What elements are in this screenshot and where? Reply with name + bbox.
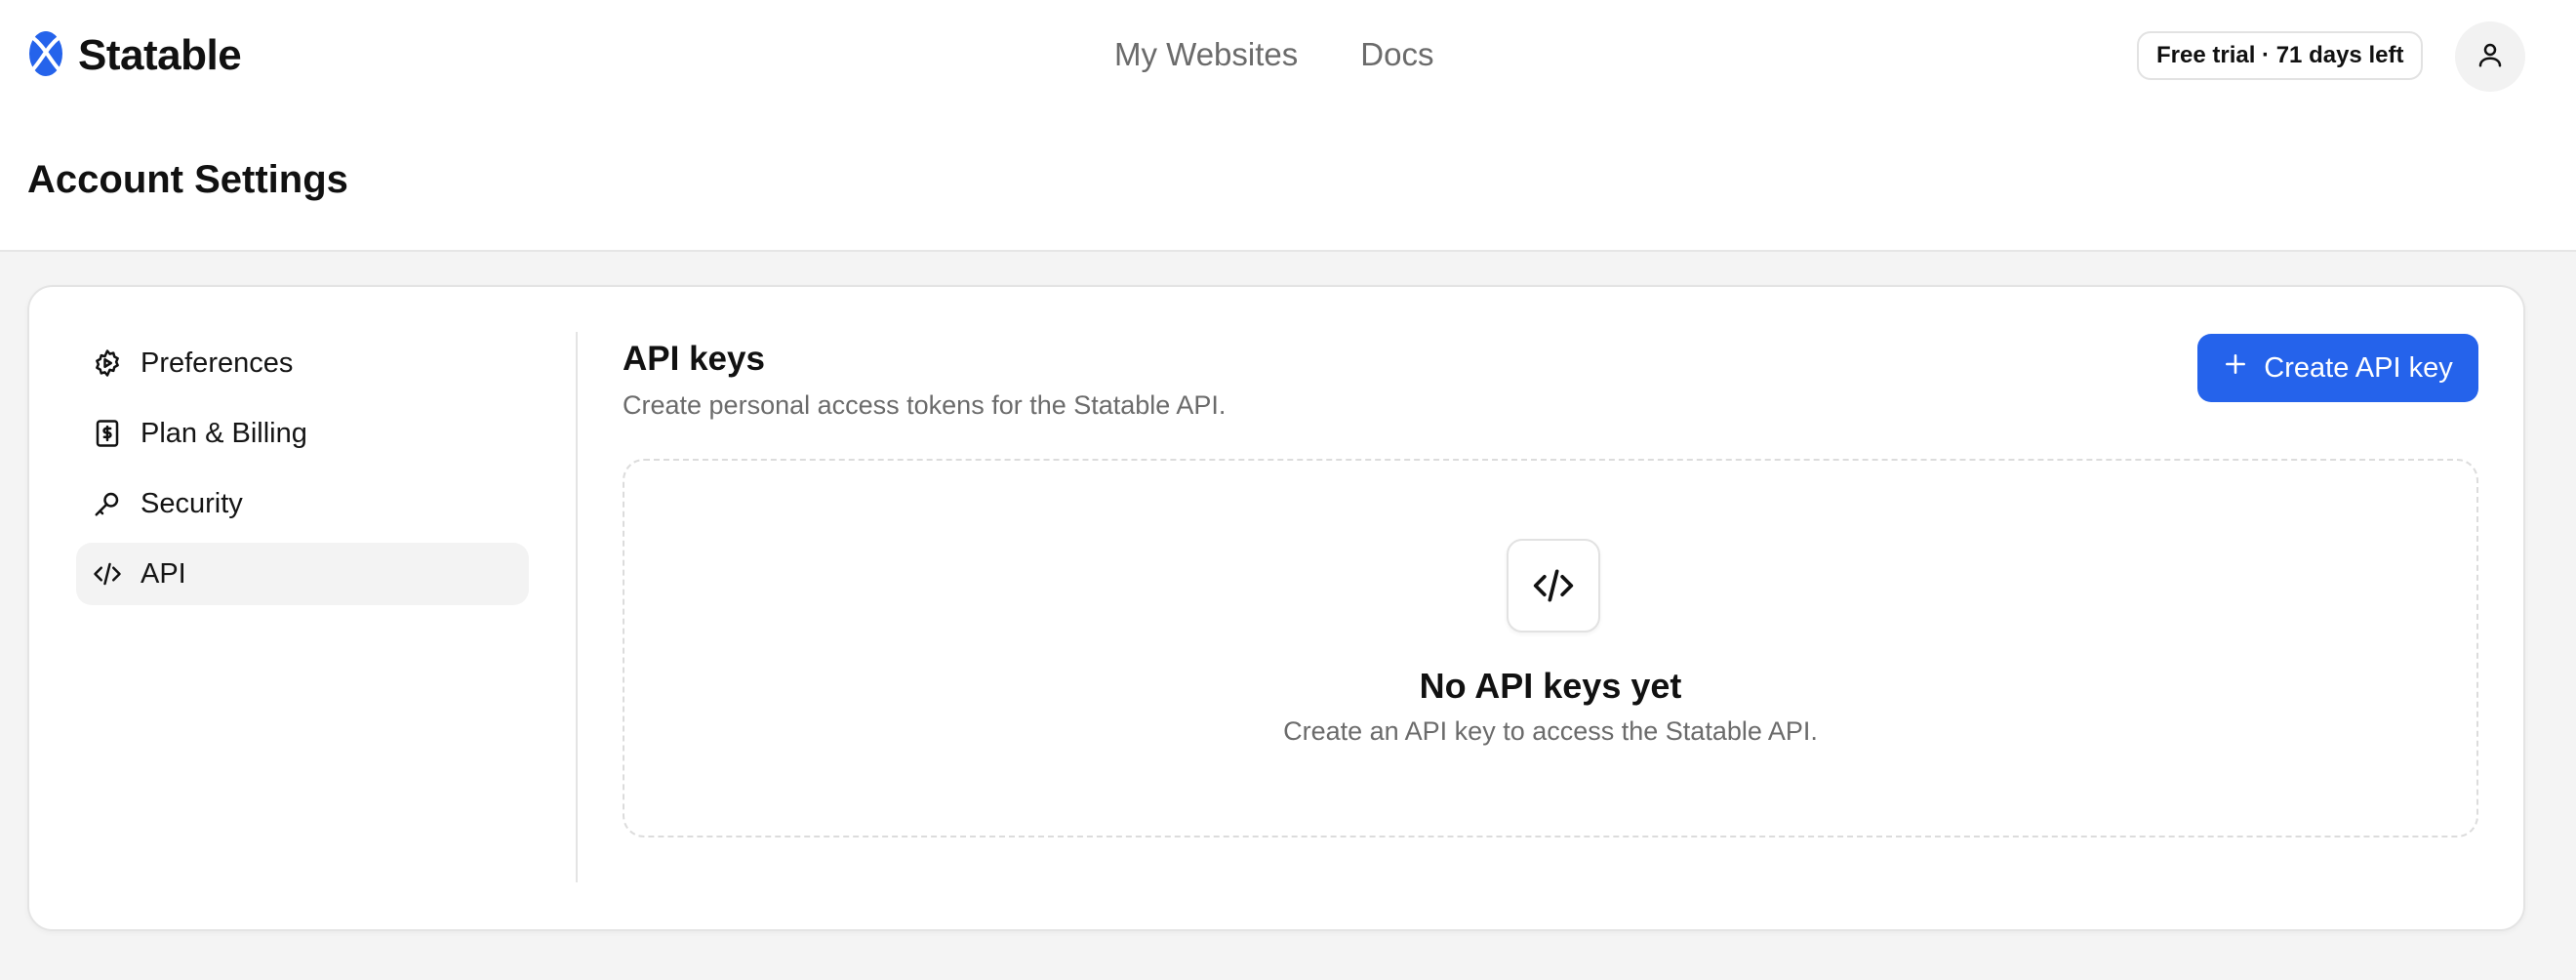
dollar-receipt-icon — [92, 418, 123, 449]
logo-text: Statable — [78, 31, 242, 79]
gear-icon — [92, 347, 123, 379]
empty-state: No API keys yet Create an API key to acc… — [623, 459, 2478, 837]
trial-badge[interactable]: Free trial · 71 days left — [2137, 31, 2424, 80]
create-api-key-button[interactable]: Create API key — [2197, 334, 2478, 402]
user-icon — [2475, 40, 2505, 74]
code-icon — [92, 558, 123, 590]
logo[interactable]: Statable — [27, 29, 242, 83]
nav-my-websites[interactable]: My Websites — [1114, 33, 1298, 76]
sidebar-item-preferences[interactable]: Preferences — [76, 332, 529, 394]
plus-icon — [2223, 351, 2248, 385]
main-nav: My Websites Docs — [1114, 33, 1433, 76]
statable-logo-icon — [27, 29, 64, 83]
settings-card: Preferences Plan & Billing Security API … — [27, 285, 2525, 931]
create-api-key-label: Create API key — [2264, 351, 2453, 384]
page-title: Account Settings — [27, 158, 348, 201]
empty-state-subtitle: Create an API key to access the Statable… — [1283, 716, 1818, 746]
settings-sidebar: Preferences Plan & Billing Security API — [76, 332, 529, 613]
sidebar-item-label: Plan & Billing — [141, 417, 307, 449]
key-icon — [92, 488, 123, 519]
sidebar-item-label: Security — [141, 487, 243, 519]
nav-docs[interactable]: Docs — [1360, 33, 1433, 76]
code-icon — [1507, 539, 1600, 633]
top-header: Statable My Websites Docs Free trial · 7… — [0, 0, 2576, 252]
sidebar-item-api[interactable]: API — [76, 543, 529, 605]
section-title: API keys — [623, 340, 765, 378]
sidebar-divider — [576, 332, 578, 882]
sidebar-item-label: Preferences — [141, 347, 294, 379]
sidebar-item-security[interactable]: Security — [76, 472, 529, 535]
sidebar-item-label: API — [141, 557, 186, 590]
empty-state-title: No API keys yet — [1419, 666, 1682, 706]
section-subtitle: Create personal access tokens for the St… — [623, 390, 1227, 420]
user-menu-button[interactable] — [2455, 21, 2525, 92]
sidebar-item-plan-billing[interactable]: Plan & Billing — [76, 402, 529, 465]
